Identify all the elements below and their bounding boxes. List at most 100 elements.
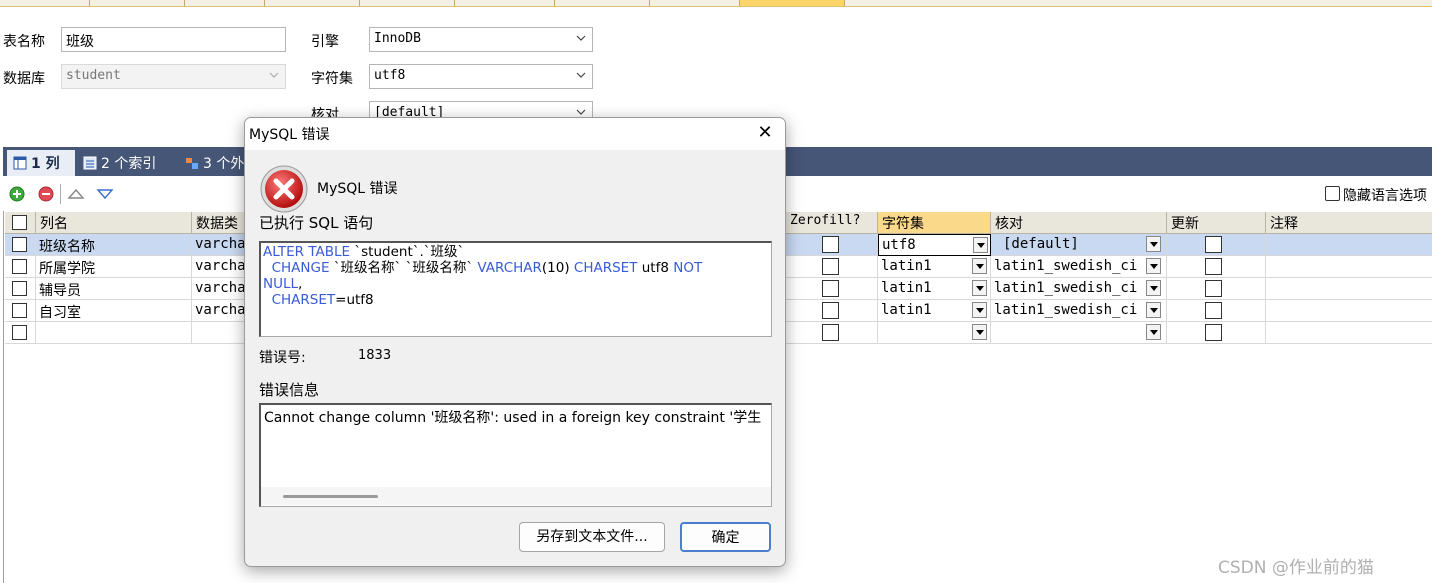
column-name-cell[interactable] bbox=[36, 322, 192, 344]
tab-indexes[interactable]: 2 个索引 bbox=[77, 150, 177, 176]
charset-cell[interactable]: latin1 bbox=[878, 300, 991, 322]
ok-button[interactable]: 确定 bbox=[680, 522, 771, 552]
update-checkbox[interactable] bbox=[1205, 324, 1222, 341]
sql-text: , bbox=[298, 276, 303, 292]
column-name-cell[interactable]: 自习室 bbox=[36, 300, 192, 322]
top-strip-segment-active[interactable] bbox=[740, 0, 845, 6]
database-value: student bbox=[66, 68, 121, 83]
zerofill-checkbox[interactable] bbox=[822, 258, 839, 275]
top-strip-segment[interactable] bbox=[265, 0, 360, 6]
column-name-cell[interactable]: 辅导员 bbox=[36, 278, 192, 300]
collation-dropdown-button[interactable] bbox=[1146, 280, 1161, 296]
collation-dropdown-button[interactable] bbox=[1146, 302, 1161, 318]
charset-dropdown-button[interactable] bbox=[972, 280, 987, 296]
select-all-checkbox[interactable] bbox=[12, 215, 27, 230]
collation-cell[interactable]: [default] bbox=[991, 234, 1167, 256]
tab-foreign-keys[interactable]: 3 个外 bbox=[179, 150, 249, 176]
error-info-label: 错误信息 bbox=[259, 381, 320, 399]
comment-cell[interactable] bbox=[1266, 278, 1432, 300]
update-checkbox[interactable] bbox=[1205, 302, 1222, 319]
tab-columns-label: 1 列 bbox=[31, 156, 60, 172]
data-type-cell[interactable] bbox=[192, 322, 246, 344]
update-checkbox[interactable] bbox=[1205, 258, 1222, 275]
collation-cell[interactable]: latin1_swedish_ci bbox=[991, 300, 1167, 322]
header-zerofill[interactable]: Zerofill? bbox=[786, 212, 878, 234]
charset-cell-value: latin1 bbox=[881, 258, 932, 274]
hide-language-checkbox[interactable] bbox=[1325, 186, 1340, 201]
comment-cell[interactable] bbox=[1266, 234, 1432, 256]
close-icon[interactable]: ✕ bbox=[755, 124, 775, 144]
zerofill-checkbox[interactable] bbox=[822, 302, 839, 319]
data-type-cell[interactable]: varcha bbox=[192, 256, 246, 278]
zerofill-checkbox[interactable] bbox=[822, 236, 839, 253]
collation-cell[interactable]: latin1_swedish_ci bbox=[991, 278, 1167, 300]
collation-cell[interactable]: latin1_swedish_ci bbox=[991, 256, 1167, 278]
add-column-icon[interactable] bbox=[9, 186, 25, 202]
header-data-type[interactable]: 数据类 bbox=[192, 212, 246, 234]
charset-cell-value: latin1 bbox=[881, 302, 932, 318]
comment-cell[interactable] bbox=[1266, 300, 1432, 322]
update-cell bbox=[1167, 322, 1266, 344]
header-column-name[interactable]: 列名 bbox=[36, 212, 192, 234]
comment-cell[interactable] bbox=[1266, 256, 1432, 278]
sql-keyword: VARCHAR bbox=[477, 260, 542, 276]
charset-select[interactable]: utf8 bbox=[369, 64, 593, 89]
charset-dropdown-button[interactable] bbox=[972, 324, 987, 340]
move-up-icon[interactable] bbox=[67, 187, 85, 201]
top-strip-segment[interactable] bbox=[0, 0, 90, 6]
row-checkbox-cell bbox=[5, 234, 36, 256]
charset-cell[interactable] bbox=[878, 322, 991, 344]
zerofill-cell bbox=[786, 256, 878, 278]
charset-cell[interactable]: latin1 bbox=[878, 256, 991, 278]
top-strip-segment[interactable] bbox=[90, 0, 185, 6]
collation-cell[interactable] bbox=[991, 322, 1167, 344]
tab-columns[interactable]: 1 列 bbox=[7, 150, 75, 176]
zerofill-checkbox[interactable] bbox=[822, 280, 839, 297]
column-name-cell[interactable]: 班级名称 bbox=[36, 234, 192, 256]
data-type-cell[interactable]: varcha bbox=[192, 234, 246, 256]
row-checkbox[interactable] bbox=[12, 237, 27, 252]
charset-dropdown-button[interactable] bbox=[972, 258, 987, 274]
collation-dropdown-button[interactable] bbox=[1146, 236, 1161, 252]
table-name-input[interactable]: 班级 bbox=[61, 27, 286, 52]
row-checkbox[interactable] bbox=[12, 281, 27, 296]
header-comment[interactable]: 注释 bbox=[1266, 212, 1432, 234]
top-strip-segment[interactable] bbox=[185, 0, 265, 6]
database-select[interactable]: student bbox=[61, 64, 286, 89]
engine-select[interactable]: InnoDB bbox=[369, 27, 593, 52]
zerofill-checkbox[interactable] bbox=[822, 324, 839, 341]
sql-keyword: ALTER TABLE bbox=[263, 244, 351, 260]
row-checkbox[interactable] bbox=[12, 303, 27, 318]
header-collation[interactable]: 核对 bbox=[991, 212, 1167, 234]
header-update[interactable]: 更新 bbox=[1167, 212, 1266, 234]
collation-dropdown-button[interactable] bbox=[1146, 324, 1161, 340]
delete-column-icon[interactable] bbox=[38, 186, 54, 202]
row-checkbox[interactable] bbox=[12, 259, 27, 274]
charset-dropdown-button[interactable] bbox=[973, 237, 988, 253]
engine-label: 引擎 bbox=[311, 34, 339, 50]
scrollbar-thumb[interactable] bbox=[283, 495, 378, 498]
column-name-cell[interactable]: 所属学院 bbox=[36, 256, 192, 278]
row-checkbox[interactable] bbox=[12, 325, 27, 340]
top-strip-segment[interactable] bbox=[555, 0, 650, 6]
charset-cell-editing[interactable]: utf8 bbox=[878, 234, 991, 256]
move-down-icon[interactable] bbox=[96, 187, 114, 201]
collation-dropdown-button[interactable] bbox=[1146, 258, 1161, 274]
top-strip-segment[interactable] bbox=[455, 0, 555, 6]
horizontal-scrollbar[interactable] bbox=[261, 487, 771, 505]
zerofill-cell bbox=[786, 278, 878, 300]
charset-dropdown-button[interactable] bbox=[972, 302, 987, 318]
update-checkbox[interactable] bbox=[1205, 280, 1222, 297]
header-charset[interactable]: 字符集 bbox=[878, 212, 991, 234]
update-checkbox[interactable] bbox=[1205, 236, 1222, 253]
sql-text: `班级名称` `班级名称` bbox=[329, 260, 478, 276]
comment-cell[interactable] bbox=[1266, 322, 1432, 344]
top-strip-segment[interactable] bbox=[360, 0, 455, 6]
top-strip-segment[interactable] bbox=[650, 0, 740, 6]
sql-keyword: CHARSET bbox=[271, 292, 336, 308]
charset-cell[interactable]: latin1 bbox=[878, 278, 991, 300]
data-type-cell[interactable]: varcha bbox=[192, 278, 246, 300]
save-to-text-file-button[interactable]: 另存到文本文件... bbox=[519, 522, 665, 552]
error-message-box[interactable]: Cannot change column '班级名称': used in a f… bbox=[259, 403, 772, 507]
data-type-cell[interactable]: varcha bbox=[192, 300, 246, 322]
